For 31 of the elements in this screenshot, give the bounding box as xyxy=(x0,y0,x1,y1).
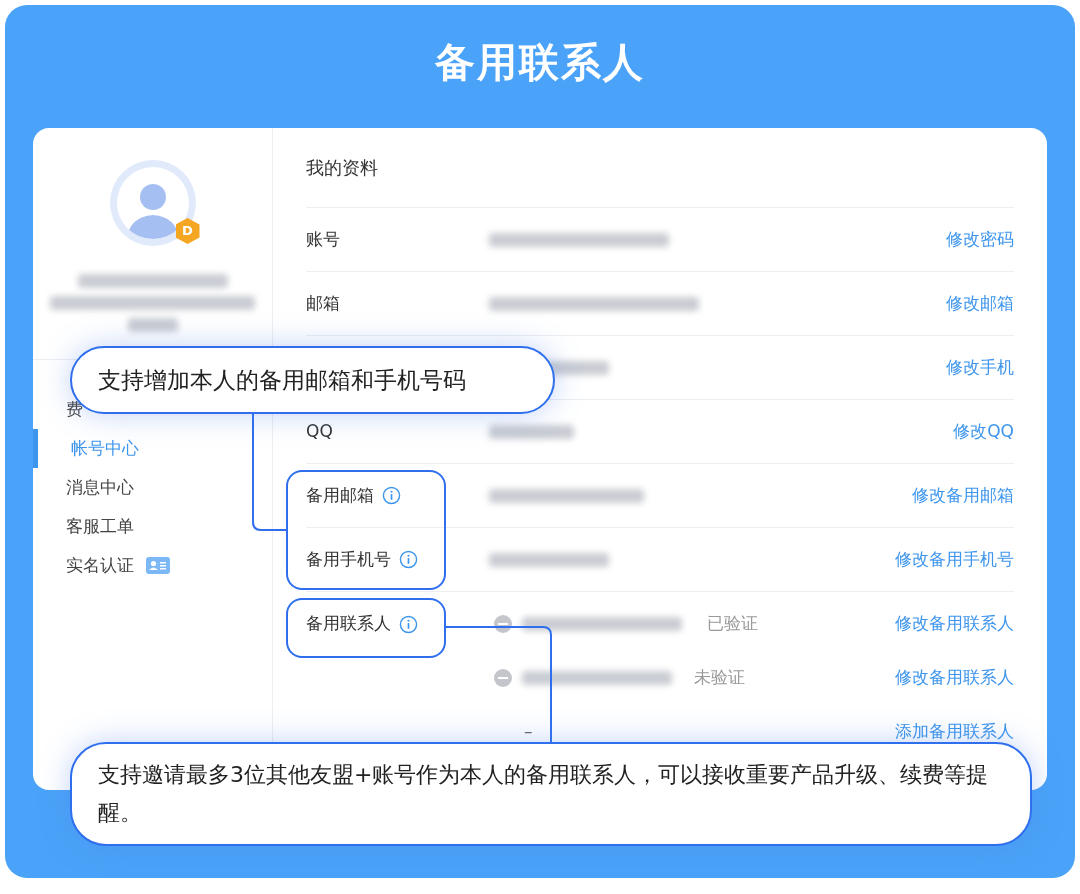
blurred-text xyxy=(127,318,178,332)
sidebar-item[interactable]: 客服工单 xyxy=(33,507,140,546)
edit-link[interactable]: 修改备用联系人 xyxy=(895,611,1014,637)
info-icon[interactable] xyxy=(399,614,418,634)
edit-link[interactable]: 修改备用邮箱 xyxy=(912,482,1014,509)
section-heading: 我的资料 xyxy=(306,156,378,180)
callout-tooltip: 支持邀请最多3位其他友盟+账号作为本人的备用联系人，可以接收重要产品升级、续费等提醒。 xyxy=(70,742,1032,846)
field-label: 账号 xyxy=(306,227,340,251)
edit-link[interactable]: 修改QQ xyxy=(953,418,1014,445)
edit-link[interactable]: 修改手机 xyxy=(946,354,1014,381)
page-title: 备用联系人 xyxy=(435,37,645,87)
info-icon[interactable] xyxy=(382,486,401,505)
field-label: 备用联系人 xyxy=(306,612,391,636)
verify-status: 已验证 xyxy=(707,612,758,636)
edit-link[interactable]: 添加备用联系人 xyxy=(895,719,1014,745)
edit-link[interactable]: 修改密码 xyxy=(946,226,1014,253)
edit-link[interactable]: 修改备用手机号 xyxy=(895,546,1014,573)
empty-dash: – xyxy=(524,720,533,744)
remove-icon[interactable] xyxy=(494,615,512,633)
edit-link[interactable]: 修改备用联系人 xyxy=(895,665,1014,691)
sidebar-item[interactable]: 消息中心 xyxy=(33,468,140,507)
field-label: 邮箱 xyxy=(306,291,340,315)
field-label: 备用邮箱 xyxy=(306,483,374,507)
sidebar-item[interactable]: 实名认证 xyxy=(33,546,176,585)
id-card-icon xyxy=(146,557,170,574)
field-label: QQ xyxy=(306,419,333,443)
edit-link[interactable]: 修改邮箱 xyxy=(946,290,1014,317)
sidebar-item[interactable]: 帐号中心 xyxy=(33,429,145,468)
info-icon[interactable] xyxy=(399,550,418,569)
field-label: 备用手机号 xyxy=(306,547,391,571)
verify-status: 未验证 xyxy=(694,666,745,690)
